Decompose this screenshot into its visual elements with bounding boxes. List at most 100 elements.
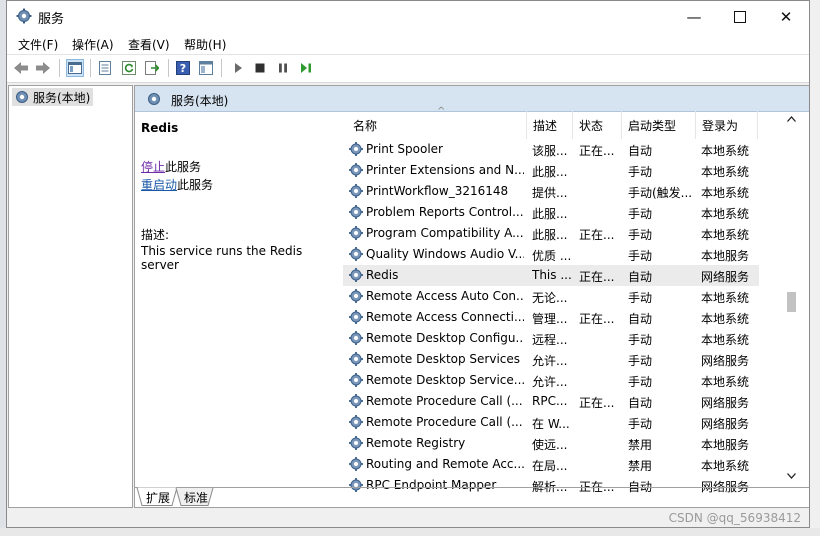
service-startup-type: 手动 (628, 291, 653, 305)
service-description: This ... (532, 268, 572, 282)
service-log-on-as: 网络服务 (701, 354, 750, 368)
column-header-status[interactable]: 状态 (573, 111, 622, 139)
services-gear-icon (16, 91, 28, 103)
service-log-on-as: 本地系统 (701, 186, 750, 200)
tab-extended[interactable]: 扩展 (146, 489, 170, 506)
service-row[interactable]: Remote Procedure Call (... 在 W... 手动 网络服务 (343, 412, 759, 433)
service-startup-type: 手动 (628, 375, 653, 389)
forward-arrow-icon (36, 62, 50, 74)
restart-service-button[interactable] (297, 59, 315, 77)
service-row[interactable]: Print Spooler 该服... 正在... 自动 本地系统 (343, 139, 759, 160)
pause-service-button[interactable] (274, 59, 292, 77)
menu-view[interactable]: 查看(V) (128, 36, 170, 53)
stop-service-link[interactable]: 停止 (141, 160, 165, 174)
service-row[interactable]: Remote Desktop Configu... 远程... 手动 本地系统 (343, 328, 759, 349)
menu-action[interactable]: 操作(A) (72, 36, 114, 53)
service-log-on-as: 本地系统 (701, 291, 750, 305)
restart-service-link[interactable]: 重启动 (141, 178, 177, 192)
service-name: Remote Desktop Configu... (366, 331, 524, 345)
service-description: 此服... (532, 228, 568, 242)
service-row[interactable]: Routing and Remote Acc... 在局... 禁用 本地系统 (343, 454, 759, 475)
service-startup-type: 手动 (628, 354, 653, 368)
properties-icon (99, 61, 111, 75)
service-gear-icon (348, 288, 364, 307)
service-row[interactable]: Quality Windows Audio V... 优质 ... 手动 本地服务 (343, 244, 759, 265)
service-startup-type: 自动 (628, 144, 653, 158)
service-startup-type: 自动 (628, 312, 653, 326)
service-status: 正在... (579, 228, 615, 242)
minimize-button[interactable]: — (671, 1, 717, 32)
back-button[interactable] (12, 59, 30, 77)
column-header-startup-type[interactable]: 启动类型 (622, 111, 696, 139)
service-row[interactable]: Remote Desktop Services 允许... 手动 网络服务 (343, 349, 759, 370)
refresh-button[interactable] (120, 59, 138, 77)
service-row[interactable]: Printer Extensions and N... 此服... 手动 本地系统 (343, 160, 759, 181)
properties-button[interactable] (96, 59, 114, 77)
service-log-on-as: 本地系统 (701, 144, 750, 158)
pane-header-title: 服务(本地) (171, 94, 229, 108)
console-tree-icon (68, 62, 82, 74)
stop-action: 停止此服务 (141, 158, 201, 175)
toolbar-separator (168, 59, 169, 77)
service-description: 允许... (532, 375, 568, 389)
title-bar[interactable]: 服务 — ✕ (7, 1, 809, 32)
services-pane: 服务(本地) Redis 停止此服务 重启动此服务 描述: This servi… (134, 85, 809, 508)
service-row[interactable]: Remote Registry 使远... 禁用 本地服务 (343, 433, 759, 454)
menu-help[interactable]: 帮助(H) (184, 36, 226, 53)
back-arrow-icon (14, 62, 28, 74)
panel-icon (199, 61, 213, 75)
service-name: Remote Desktop Service... (366, 373, 524, 387)
column-header-log-on-as[interactable]: 登录为 (696, 111, 758, 139)
column-header-description[interactable]: 描述 (527, 111, 573, 139)
toolbar-separator (221, 59, 222, 77)
scrollbar-thumb[interactable] (787, 292, 796, 312)
menu-file[interactable]: 文件(F) (18, 36, 58, 53)
column-header-name[interactable]: 名称 ^ (343, 106, 527, 139)
service-row[interactable]: Remote Access Auto Con... 无论... 手动 本地系统 (343, 286, 759, 307)
service-row[interactable]: Redis This ... 正在... 自动 网络服务 (343, 265, 759, 286)
tab-standard[interactable]: 标准 (184, 489, 208, 506)
service-startup-type: 禁用 (628, 459, 653, 473)
service-gear-icon (348, 204, 364, 223)
service-log-on-as: 网络服务 (701, 396, 750, 410)
service-description: RPC... (532, 394, 568, 408)
stop-service-button[interactable] (251, 59, 269, 77)
service-row[interactable]: Remote Desktop Service... 允许... 手动 本地系统 (343, 370, 759, 391)
service-row[interactable]: Program Compatibility A... 此服... 正在... 手动 本地… (343, 223, 759, 244)
mmc-panel-button[interactable] (197, 59, 215, 77)
description-label: 描述: (141, 228, 170, 242)
view-tabs: 扩展 标准 (134, 487, 809, 507)
service-description: 优质 ... (532, 249, 572, 263)
service-description: 在 W... (532, 417, 570, 431)
minimize-icon: — (686, 7, 702, 26)
service-name: Remote Registry (366, 436, 466, 450)
tree-item-services-local[interactable]: 服务(本地) (12, 88, 94, 106)
service-log-on-as: 本地服务 (701, 438, 750, 452)
service-row[interactable]: Remote Access Connecti... 管理... 正在... 自动 本地系… (343, 307, 759, 328)
service-log-on-as: 本地系统 (701, 228, 750, 242)
maximize-button[interactable] (717, 1, 763, 32)
service-row[interactable]: Remote Procedure Call (... RPC... 正在... 自动 网… (343, 391, 759, 412)
scroll-up-icon (787, 116, 796, 122)
service-startup-type: 禁用 (628, 438, 653, 452)
restart-suffix: 此服务 (177, 178, 214, 192)
selected-service-name: Redis (141, 121, 179, 135)
help-book-icon: ? (176, 61, 190, 75)
service-description: 管理... (532, 312, 568, 326)
export-list-button[interactable] (143, 59, 161, 77)
vertical-scrollbar[interactable] (783, 111, 800, 485)
start-service-button[interactable] (229, 59, 247, 77)
service-gear-icon (348, 225, 364, 244)
help-button[interactable]: ? (174, 59, 192, 77)
service-name: Remote Procedure Call (... (366, 415, 523, 429)
svg-text:?: ? (180, 62, 186, 75)
close-button[interactable]: ✕ (763, 1, 809, 32)
service-name: PrintWorkflow_3216148 (366, 184, 509, 198)
service-row[interactable]: PrintWorkflow_3216148 提供... 手动(触发... 本地系统 (343, 181, 759, 202)
restart-play-icon (301, 63, 311, 73)
service-row[interactable]: Problem Reports Control... 此服... 手动 本地系统 (343, 202, 759, 223)
service-startup-type: 手动 (628, 333, 653, 347)
sort-ascending-icon: ^ (437, 106, 446, 117)
show-hide-tree-button[interactable] (66, 59, 84, 77)
forward-button[interactable] (34, 59, 52, 77)
